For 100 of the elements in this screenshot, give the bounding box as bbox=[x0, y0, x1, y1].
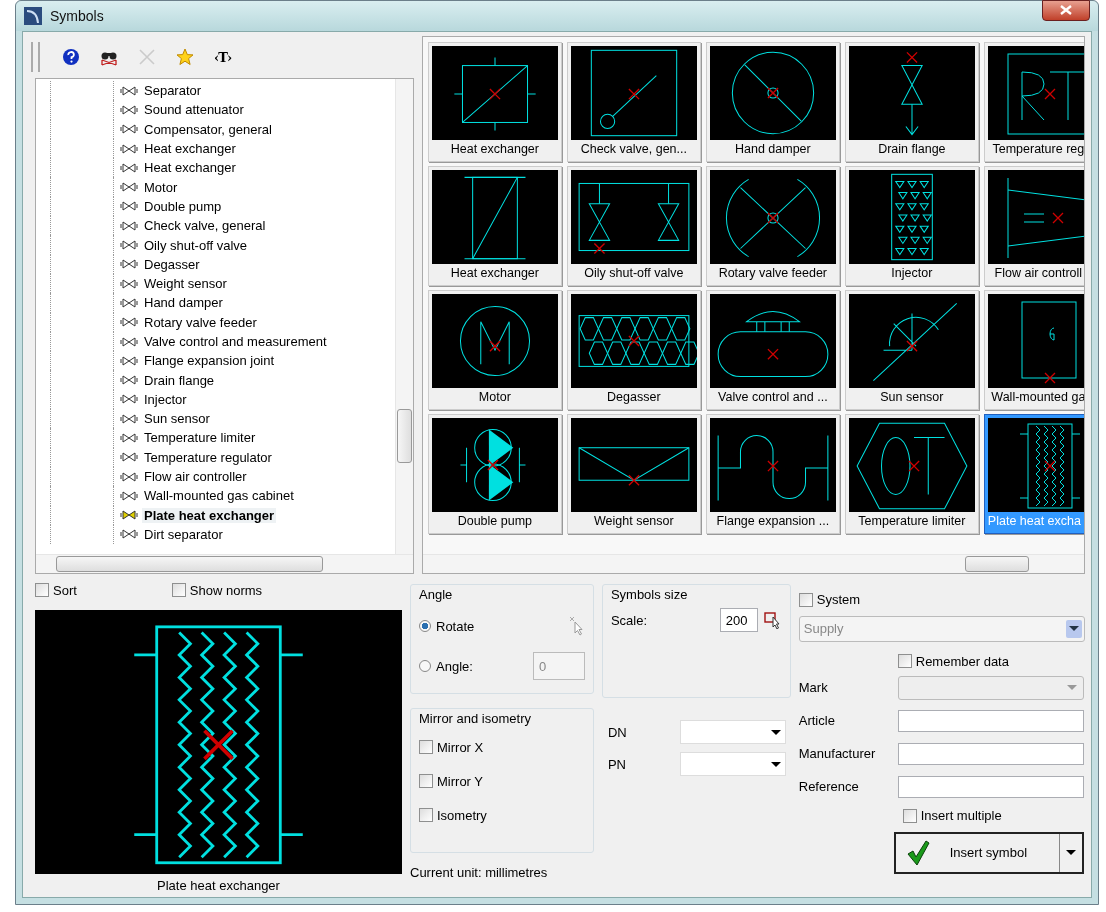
valve-icon bbox=[120, 142, 138, 155]
valve-icon bbox=[120, 393, 138, 406]
input-field[interactable] bbox=[897, 709, 1084, 732]
valve-icon bbox=[120, 296, 138, 309]
symbol-tile[interactable]: Sun sensor bbox=[844, 290, 979, 410]
tree-item[interactable]: Motor bbox=[36, 177, 395, 197]
tree-item[interactable]: Double pump bbox=[36, 196, 395, 217]
symbol-tile[interactable]: Heat exchanger bbox=[427, 42, 562, 162]
checkbox-label: Sort bbox=[53, 582, 77, 598]
field-label: Article bbox=[798, 713, 836, 728]
valve-icon bbox=[120, 200, 138, 213]
field-label: DN bbox=[606, 724, 628, 740]
valve-icon bbox=[120, 528, 138, 541]
checkbox[interactable] bbox=[902, 808, 917, 823]
toolbar-grip[interactable] bbox=[31, 42, 40, 72]
tree-item[interactable]: Oily shut-off valve bbox=[36, 235, 395, 255]
tree-item[interactable]: Plate heat exchanger bbox=[36, 505, 395, 525]
tree-item[interactable]: Check valve, general bbox=[36, 216, 395, 236]
pointer-icon[interactable] bbox=[568, 616, 585, 636]
tree-item[interactable]: Drain flange bbox=[36, 370, 395, 390]
valve-icon bbox=[120, 239, 138, 251]
tree-item[interactable]: Temperature limiter bbox=[36, 428, 395, 448]
symbol-tile[interactable]: Injector bbox=[844, 166, 979, 286]
symbol-tile[interactable]: Check valve, gen... bbox=[566, 42, 701, 162]
checkbox[interactable] bbox=[419, 774, 433, 788]
checkbox[interactable] bbox=[897, 654, 912, 668]
symbol-tile[interactable]: Degasser bbox=[566, 290, 701, 410]
tree-item[interactable]: Rotary valve feeder bbox=[36, 312, 395, 332]
horizontal-scrollbar[interactable] bbox=[422, 554, 1084, 573]
valve-icon bbox=[120, 161, 138, 174]
tree-item[interactable]: Temperature regulator bbox=[36, 447, 395, 467]
input-field[interactable] bbox=[897, 775, 1084, 798]
tree-item[interactable]: Sun sensor bbox=[36, 409, 395, 429]
symbol-tile[interactable]: Flow air controll bbox=[983, 166, 1084, 286]
valve-icon bbox=[120, 181, 138, 194]
valve-icon bbox=[120, 509, 138, 522]
tree-item[interactable]: Heat exchanger bbox=[36, 158, 395, 178]
symbol-tile[interactable]: Drain flange bbox=[844, 42, 979, 162]
symbol-tile[interactable]: Valve control and ... bbox=[705, 290, 840, 410]
close-icon bbox=[1060, 5, 1072, 15]
tree-item[interactable]: Heat exchanger bbox=[36, 138, 395, 159]
valve-icon bbox=[120, 451, 138, 464]
symbol-tile[interactable]: Weight sensor bbox=[566, 414, 701, 534]
checkbox[interactable] bbox=[171, 583, 186, 597]
cross-icon bbox=[138, 48, 156, 66]
symbol-tile[interactable]: Double pump bbox=[427, 414, 562, 534]
vertical-scrollbar[interactable] bbox=[394, 79, 413, 554]
symbol-tile[interactable]: Oily shut-off valve bbox=[566, 166, 701, 286]
checkbox-label: Isometry bbox=[437, 807, 487, 823]
tree-item[interactable]: Flow air controller bbox=[36, 466, 395, 487]
valve-icon bbox=[120, 219, 138, 232]
preview-caption: Plate heat exchanger bbox=[156, 878, 281, 893]
tree-item[interactable]: Hand damper bbox=[36, 293, 395, 313]
tree-item[interactable]: Valve control and measurement bbox=[36, 331, 395, 352]
valve-icon bbox=[120, 354, 138, 367]
close-button[interactable] bbox=[1042, 0, 1090, 21]
valve-icon bbox=[120, 258, 138, 271]
tree-item[interactable]: Separator bbox=[36, 81, 395, 101]
tree-item[interactable]: Compensator, general bbox=[36, 119, 395, 139]
valve-icon bbox=[120, 123, 138, 136]
radio-label: Rotate bbox=[436, 618, 475, 634]
checkmark-icon bbox=[905, 839, 930, 866]
field-label: Mark bbox=[798, 680, 829, 695]
symbol-tile[interactable]: Motor bbox=[427, 290, 562, 410]
valve-icon bbox=[120, 432, 138, 444]
checkbox-label: System bbox=[816, 592, 861, 607]
insert-symbol-button[interactable]: Insert symbol bbox=[895, 833, 1060, 872]
symbol-tile[interactable]: Temperature reg bbox=[983, 42, 1084, 162]
symbol-tile[interactable]: Hand damper bbox=[705, 42, 840, 162]
tree-item[interactable]: Weight sensor bbox=[36, 273, 395, 294]
group-title: Mirror and isometry bbox=[419, 711, 532, 726]
text-tag-button[interactable]: ‹T› bbox=[208, 45, 239, 69]
valve-icon bbox=[120, 103, 138, 116]
tree-item[interactable]: Wall-mounted gas cabinet bbox=[36, 486, 395, 506]
tree-item[interactable]: Dirt separator bbox=[36, 524, 395, 545]
horizontal-scrollbar[interactable] bbox=[36, 554, 413, 573]
checkbox[interactable] bbox=[419, 808, 433, 822]
pick-scale-icon[interactable] bbox=[763, 611, 782, 629]
tree-item[interactable]: Degasser bbox=[36, 254, 395, 274]
field-label: PN bbox=[606, 756, 627, 772]
checkbox[interactable] bbox=[35, 583, 49, 597]
checkbox[interactable] bbox=[419, 740, 433, 754]
scale-field[interactable]: 200 bbox=[719, 608, 758, 632]
symbol-tile[interactable]: Heat exchanger bbox=[427, 166, 562, 286]
tree-item[interactable]: Flange expansion joint bbox=[36, 351, 395, 371]
group-title: Symbols size bbox=[610, 587, 689, 602]
symbol-tile[interactable]: Flange expansion ... bbox=[705, 414, 840, 534]
input-field[interactable] bbox=[897, 742, 1084, 765]
star-icon bbox=[176, 48, 194, 66]
tree-item[interactable]: Injector bbox=[36, 389, 395, 410]
field-label: Reference bbox=[798, 779, 860, 794]
checkbox-label: Mirror X bbox=[437, 739, 484, 755]
tree-item[interactable]: Sound attenuator bbox=[36, 100, 395, 120]
checkbox-label: Mirror Y bbox=[437, 773, 483, 789]
valve-icon bbox=[120, 489, 138, 502]
valve-icon bbox=[120, 374, 138, 387]
symbol-tile[interactable]: Rotary valve feeder bbox=[705, 166, 840, 286]
checkbox-label: Show norms bbox=[189, 582, 263, 598]
symbol-tile[interactable]: Temperature limiter bbox=[844, 414, 979, 534]
valve-icon bbox=[120, 470, 138, 483]
